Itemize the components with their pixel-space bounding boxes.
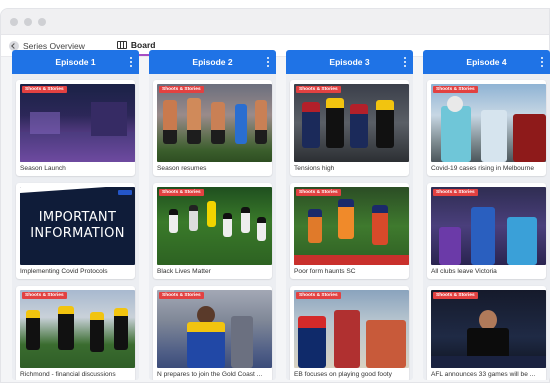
window-maximize-button[interactable] bbox=[38, 17, 46, 26]
card-thumbnail: Shoots & Stories bbox=[157, 187, 272, 265]
card-thumbnail: Shoots & Stories bbox=[294, 187, 409, 265]
card-caption: Poor form haunts SC bbox=[294, 268, 356, 275]
episode-card[interactable]: Shoots & Stories Poor form haunts SC bbox=[290, 183, 409, 279]
card-caption: EB focuses on playing good footy bbox=[294, 371, 392, 378]
card-caption: Covid-19 cases rising in Melbourne bbox=[431, 165, 534, 172]
card-caption: Season Launch bbox=[20, 165, 66, 172]
card-caption: AFL announces 33 games will be ... bbox=[431, 371, 536, 378]
window-close-button[interactable] bbox=[10, 17, 18, 26]
card-caption: N prepares to join the Gold Coast ... bbox=[157, 371, 263, 378]
card-caption: All clubs leave Victoria bbox=[431, 268, 497, 275]
episode-card[interactable]: Shoots & Stories Season resumes bbox=[153, 80, 272, 176]
episode-card[interactable]: IMPORTANT INFORMATION Implementing Covid… bbox=[16, 183, 135, 279]
column-menu-icon[interactable] bbox=[404, 57, 406, 67]
episode-card[interactable]: Shoots & Stories N prepares to join the … bbox=[153, 286, 272, 380]
card-tag: Shoots & Stories bbox=[159, 189, 204, 196]
card-thumbnail: IMPORTANT INFORMATION bbox=[20, 187, 135, 265]
card-tag: Shoots & Stories bbox=[433, 86, 478, 93]
image-heading-line-2: INFORMATION bbox=[30, 226, 125, 241]
column-header[interactable]: Episode 3 bbox=[286, 50, 413, 74]
card-tag: Shoots & Stories bbox=[159, 292, 204, 299]
card-thumbnail: Shoots & Stories bbox=[431, 290, 546, 368]
card-thumbnail: Shoots & Stories bbox=[20, 290, 135, 368]
card-thumbnail: Shoots & Stories bbox=[294, 84, 409, 162]
column-episode-3: Episode 3 Shoots & Stories Tensions high… bbox=[286, 50, 413, 380]
card-caption: Season resumes bbox=[157, 165, 207, 172]
window-titlebar bbox=[1, 9, 549, 35]
window-minimize-button[interactable] bbox=[24, 17, 32, 26]
card-tag: Shoots & Stories bbox=[433, 189, 478, 196]
column-header[interactable]: Episode 4 bbox=[423, 50, 550, 74]
column-episode-1: Episode 1 Shoots & Stories Season Launch… bbox=[12, 50, 139, 380]
column-menu-icon[interactable] bbox=[130, 57, 132, 67]
column-menu-icon[interactable] bbox=[267, 57, 269, 67]
card-tag: Shoots & Stories bbox=[433, 292, 478, 299]
kanban-board: Episode 1 Shoots & Stories Season Launch… bbox=[12, 50, 550, 380]
card-thumbnail: Shoots & Stories bbox=[431, 84, 546, 162]
column-header[interactable]: Episode 2 bbox=[149, 50, 276, 74]
column-title: Episode 3 bbox=[329, 57, 370, 67]
episode-card[interactable]: Shoots & Stories Black Lives Matter bbox=[153, 183, 272, 279]
card-caption: Richmond - financial discussions bbox=[20, 371, 116, 378]
episode-card[interactable]: Shoots & Stories Covid-19 cases rising i… bbox=[427, 80, 546, 176]
card-caption: Implementing Covid Protocols bbox=[20, 268, 108, 275]
card-thumbnail: Shoots & Stories bbox=[157, 84, 272, 162]
episode-card[interactable]: Shoots & Stories Season Launch bbox=[16, 80, 135, 176]
episode-card[interactable]: Shoots & Stories Tensions high bbox=[290, 80, 409, 176]
card-caption: Black Lives Matter bbox=[157, 268, 211, 275]
card-thumbnail: Shoots & Stories bbox=[20, 84, 135, 162]
column-title: Episode 2 bbox=[192, 57, 233, 67]
board-tab-label: Board bbox=[130, 40, 156, 50]
card-thumbnail: Shoots & Stories bbox=[294, 290, 409, 368]
column-header[interactable]: Episode 1 bbox=[12, 50, 139, 74]
column-title: Episode 1 bbox=[55, 57, 96, 67]
column-episode-2: Episode 2 Shoots & Stories Season resume… bbox=[149, 50, 276, 380]
card-thumbnail: Shoots & Stories bbox=[431, 187, 546, 265]
card-thumbnail: Shoots & Stories bbox=[157, 290, 272, 368]
card-tag: Shoots & Stories bbox=[22, 86, 67, 93]
episode-card[interactable]: Shoots & Stories EB focuses on playing g… bbox=[290, 286, 409, 380]
episode-card[interactable]: Shoots & Stories AFL announces 33 games … bbox=[427, 286, 546, 380]
column-menu-icon[interactable] bbox=[541, 57, 543, 67]
card-caption: Tensions high bbox=[294, 165, 335, 172]
column-episode-4: Episode 4 Shoots & Stories Covid-19 case… bbox=[423, 50, 550, 380]
card-tag: Shoots & Stories bbox=[296, 86, 341, 93]
episode-card[interactable]: Shoots & Stories All clubs leave Victori… bbox=[427, 183, 546, 279]
episode-card[interactable]: Shoots & Stories Richmond - financial di… bbox=[16, 286, 135, 380]
card-tag: Shoots & Stories bbox=[296, 189, 341, 196]
column-title: Episode 4 bbox=[466, 57, 507, 67]
card-tag: Shoots & Stories bbox=[296, 292, 341, 299]
card-tag: Shoots & Stories bbox=[22, 292, 67, 299]
board-icon bbox=[116, 41, 127, 49]
card-tag: Shoots & Stories bbox=[159, 86, 204, 93]
image-heading-line-1: IMPORTANT bbox=[38, 210, 117, 225]
